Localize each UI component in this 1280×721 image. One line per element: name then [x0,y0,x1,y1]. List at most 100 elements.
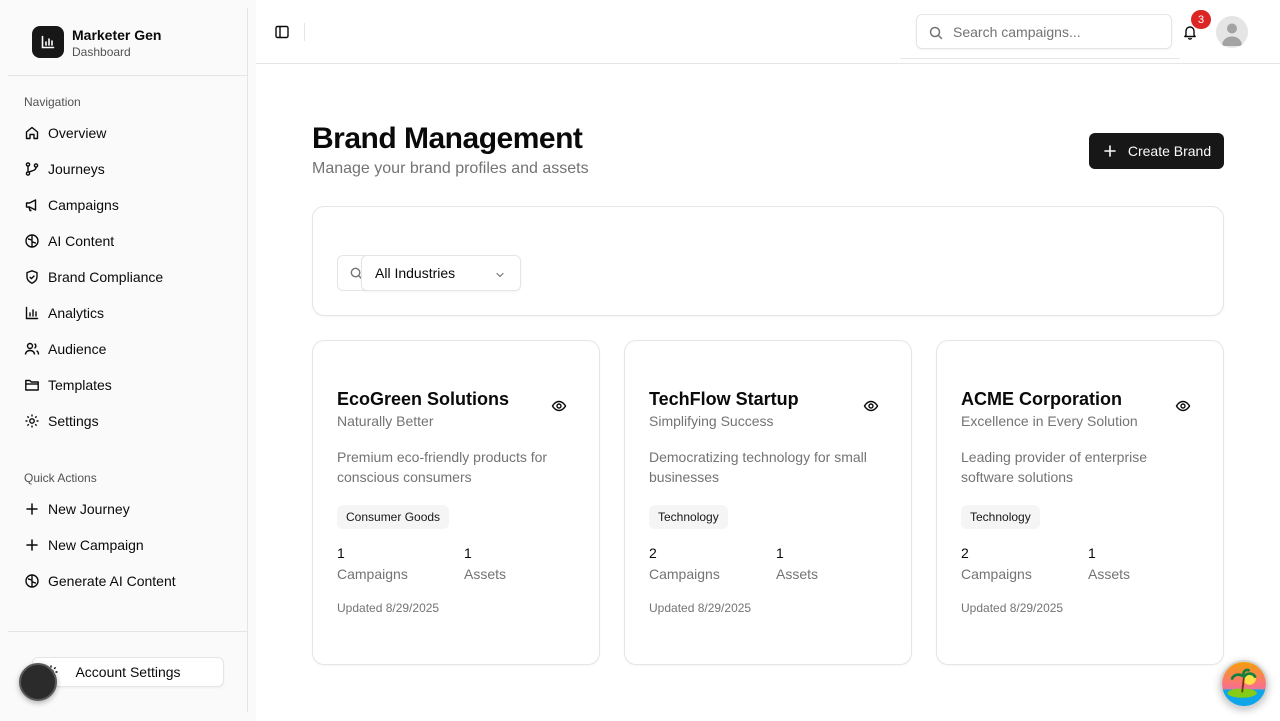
sidebar-item-label: Templates [48,377,112,393]
assistant-button[interactable] [1220,660,1268,708]
sidebar-item-audience[interactable]: Audience [16,333,240,365]
updated-date: Updated 8/29/2025 [337,601,440,615]
sidebar-item-brand-compliance[interactable]: Brand Compliance [16,261,240,293]
page-subtitle: Manage your brand profiles and assets [312,160,589,177]
sidebar-item-label: Campaigns [48,197,119,213]
brain-icon [24,233,40,249]
home-icon [24,125,40,141]
sidebar-item-label: Audience [48,341,107,357]
toolbar-divider [304,23,305,41]
sidebar-item-campaigns[interactable]: Campaigns [16,189,240,221]
filters-card: All Industries [312,206,1224,316]
assets-count: 1 [1088,545,1096,561]
brain-icon [24,573,40,589]
sidebar-item-label: Settings [48,413,99,429]
brand-card[interactable]: EcoGreen Solutions Naturally Better Prem… [312,340,600,665]
top-bar: 3 [256,0,1280,64]
create-brand-label: Create Brand [1127,143,1212,159]
shield-check-icon [24,269,40,285]
industry-filter-select[interactable]: All Industries [361,255,521,291]
quick-action-label: New Journey [48,501,130,517]
brand-description: Leading provider of enterprise software … [961,449,1148,485]
account-settings-button[interactable]: Account Settings [32,657,224,687]
assets-label: Assets [776,566,819,582]
notification-count-badge: 3 [1191,10,1211,29]
gear-icon [24,413,40,429]
user-avatar-icon [1222,23,1242,46]
brand-description: Premium eco-friendly products for consci… [337,449,548,485]
brand-tagline: Excellence in Every Solution [961,413,1138,429]
search-field[interactable] [916,14,1172,49]
app-root: Marketer Gen Dashboard Navigation Overvi… [0,0,1280,721]
sidebar-header[interactable]: Marketer Gen Dashboard [8,8,248,76]
brand-description: Democratizing technology for small busin… [649,449,867,485]
create-brand-button[interactable]: Create Brand [1089,133,1224,169]
quick-action-new-journey[interactable]: New Journey [16,493,240,525]
industry-badge: Technology [649,505,728,529]
eye-icon[interactable] [551,398,567,414]
app-subtitle: Dashboard [72,45,131,59]
plus-icon [1102,143,1118,159]
sidebar-item-analytics[interactable]: Analytics [16,297,240,329]
panel-left-icon [275,25,289,39]
sidebar-item-templates[interactable]: Templates [16,369,240,401]
users-icon [24,341,40,357]
git-branch-icon [24,161,40,177]
island-avatar-icon [1222,662,1266,706]
main-content: 3 Brand Management Manage your brand pro… [256,0,1280,721]
sidebar-item-label: Journeys [48,161,105,177]
app-name: Marketer Gen [72,27,162,43]
brand-card[interactable]: ACME Corporation Excellence in Every Sol… [936,340,1224,665]
search-icon [928,25,944,46]
brand-card[interactable]: TechFlow Startup Simplifying Success Dem… [624,340,912,665]
campaigns-count: 2 [961,545,969,561]
brand-name: ACME Corporation [961,389,1122,409]
industry-filter-value: All Industries [375,265,456,281]
plus-icon [24,537,40,553]
folder-icon [24,377,40,393]
account-settings-label: Account Settings [75,664,181,680]
assets-count: 1 [464,545,472,561]
bar-chart-icon [24,305,40,321]
page-title: Brand Management [312,122,583,155]
sidebar-toggle-button[interactable] [272,22,292,42]
sidebar: Marketer Gen Dashboard Navigation Overvi… [8,8,248,712]
search-input[interactable] [953,15,1163,48]
megaphone-icon [24,197,40,213]
brand-name: EcoGreen Solutions [337,389,510,409]
sidebar-item-label: Overview [48,125,107,141]
quick-action-generate-ai-content[interactable]: Generate AI Content [16,565,240,597]
navigation-group-label: Navigation [24,95,81,109]
search-divider [900,58,1180,59]
industry-badge: Consumer Goods [337,505,450,529]
sidebar-item-ai-content[interactable]: AI Content [16,225,240,257]
sidebar-item-settings[interactable]: Settings [16,405,240,437]
campaigns-label: Campaigns [649,566,720,582]
assets-count: 1 [776,545,784,561]
updated-date: Updated 8/29/2025 [961,601,1064,615]
updated-date: Updated 8/29/2025 [649,601,752,615]
brand-tagline: Simplifying Success [649,413,774,429]
sidebar-item-journeys[interactable]: Journeys [16,153,240,185]
assets-label: Assets [464,566,507,582]
chevron-down-icon [494,268,506,284]
campaigns-label: Campaigns [961,566,1032,582]
campaigns-label: Campaigns [337,566,408,582]
sidebar-item-label: Analytics [48,305,105,321]
quick-action-new-campaign[interactable]: New Campaign [16,529,240,561]
assets-label: Assets [1088,566,1131,582]
app-logo-icon [32,26,64,58]
quick-actions-group-label: Quick Actions [24,471,97,485]
campaigns-count: 2 [649,545,657,561]
sidebar-item-label: AI Content [48,233,115,249]
eye-icon[interactable] [863,398,879,414]
sidebar-item-overview[interactable]: Overview [16,117,240,149]
sidebar-item-label: Brand Compliance [48,269,164,285]
brand-tagline: Naturally Better [337,413,434,429]
user-avatar[interactable] [1216,16,1248,48]
industry-badge: Technology [961,505,1040,529]
eye-icon[interactable] [1175,398,1191,414]
quick-action-label: New Campaign [48,537,144,553]
dev-tools-toggle[interactable] [19,663,57,701]
campaigns-count: 1 [337,545,345,561]
